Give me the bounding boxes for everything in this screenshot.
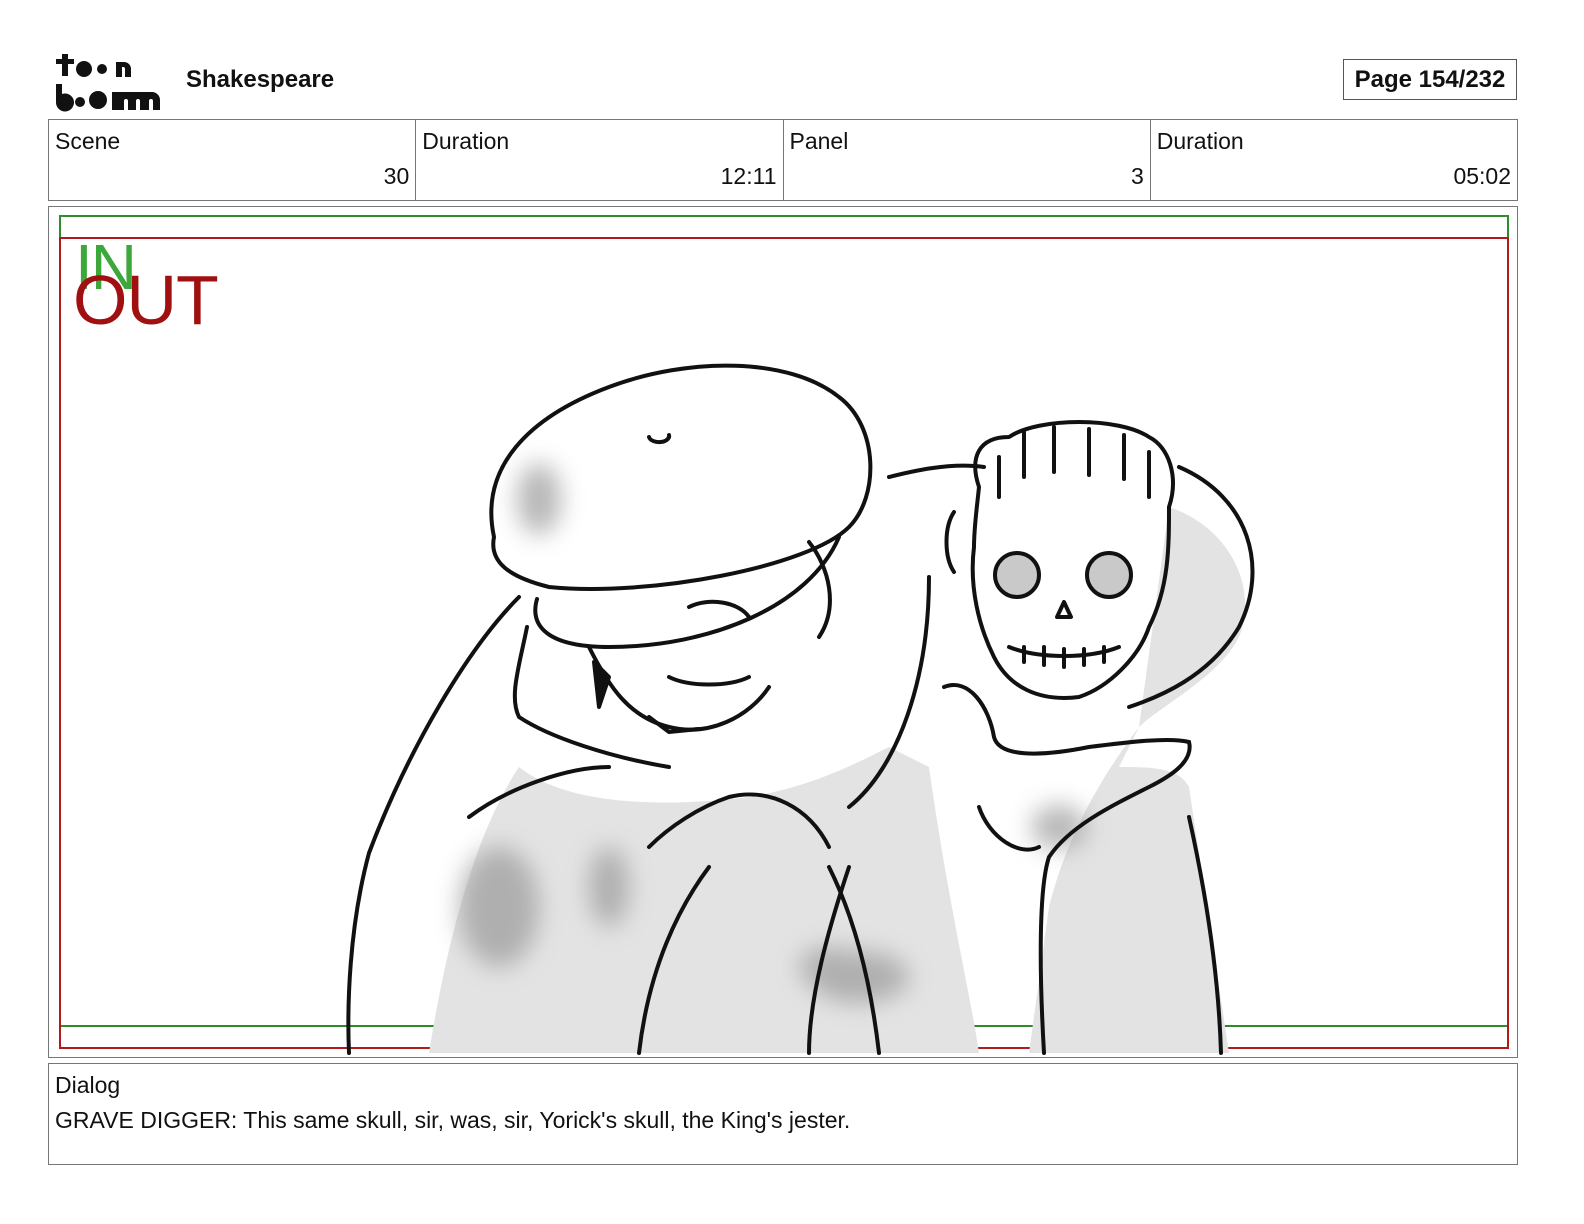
storyboard-panel: IN OUT xyxy=(48,206,1518,1058)
panel-duration-value: 05:02 xyxy=(1453,163,1511,189)
out-marker: OUT xyxy=(73,261,219,339)
panel-label: Panel xyxy=(789,128,849,154)
dialog-box: Dialog GRAVE DIGGER: This same skull, si… xyxy=(48,1063,1518,1165)
panel-drawing xyxy=(59,215,1509,1055)
panel-duration-cell: Duration 05:02 xyxy=(1151,120,1517,200)
panel-duration-label: Duration xyxy=(1156,128,1244,154)
scene-cell: Scene 30 xyxy=(49,120,417,200)
scene-duration-cell: Duration 12:11 xyxy=(416,120,784,200)
scene-info-table: Scene 30 Duration 12:11 Panel 3 Duration… xyxy=(48,119,1518,201)
project-title: Shakespeare xyxy=(186,66,335,93)
scene-label: Scene xyxy=(55,128,121,154)
scene-duration-value: 12:11 xyxy=(720,163,777,189)
panel-value: 3 xyxy=(1130,163,1144,189)
skull-eye-sockets xyxy=(995,553,1131,597)
panel-cell: Panel 3 xyxy=(784,120,1151,200)
toon-boom-logo xyxy=(52,50,164,112)
page-indicator: Page 154/232 xyxy=(1343,59,1517,100)
scene-value: 30 xyxy=(383,163,410,189)
scene-duration-label: Duration xyxy=(422,128,510,154)
dialog-text: GRAVE DIGGER: This same skull, sir, was,… xyxy=(55,1107,851,1133)
dialog-label: Dialog xyxy=(55,1072,121,1098)
